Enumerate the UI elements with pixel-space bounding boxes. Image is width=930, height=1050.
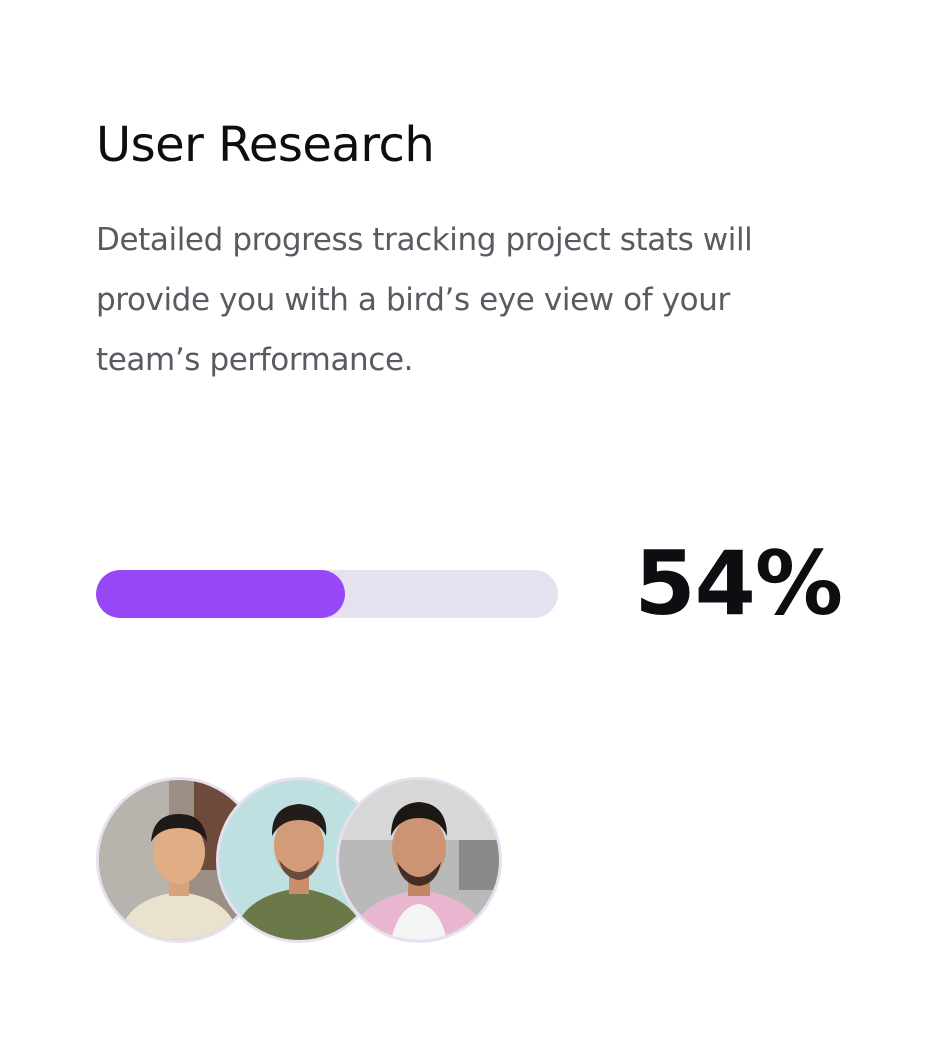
card-title: User Research [96, 117, 435, 173]
progress-percentage: 54% [634, 532, 843, 635]
progress-bar [96, 570, 558, 618]
person-photo-avatar-icon [339, 780, 499, 940]
project-card: User Research Detailed progress tracking… [0, 0, 930, 1050]
team-avatar-group [96, 777, 516, 947]
avatar[interactable] [336, 777, 502, 943]
progress-bar-fill [96, 570, 346, 618]
card-description: Detailed progress tracking project stats… [96, 222, 753, 378]
